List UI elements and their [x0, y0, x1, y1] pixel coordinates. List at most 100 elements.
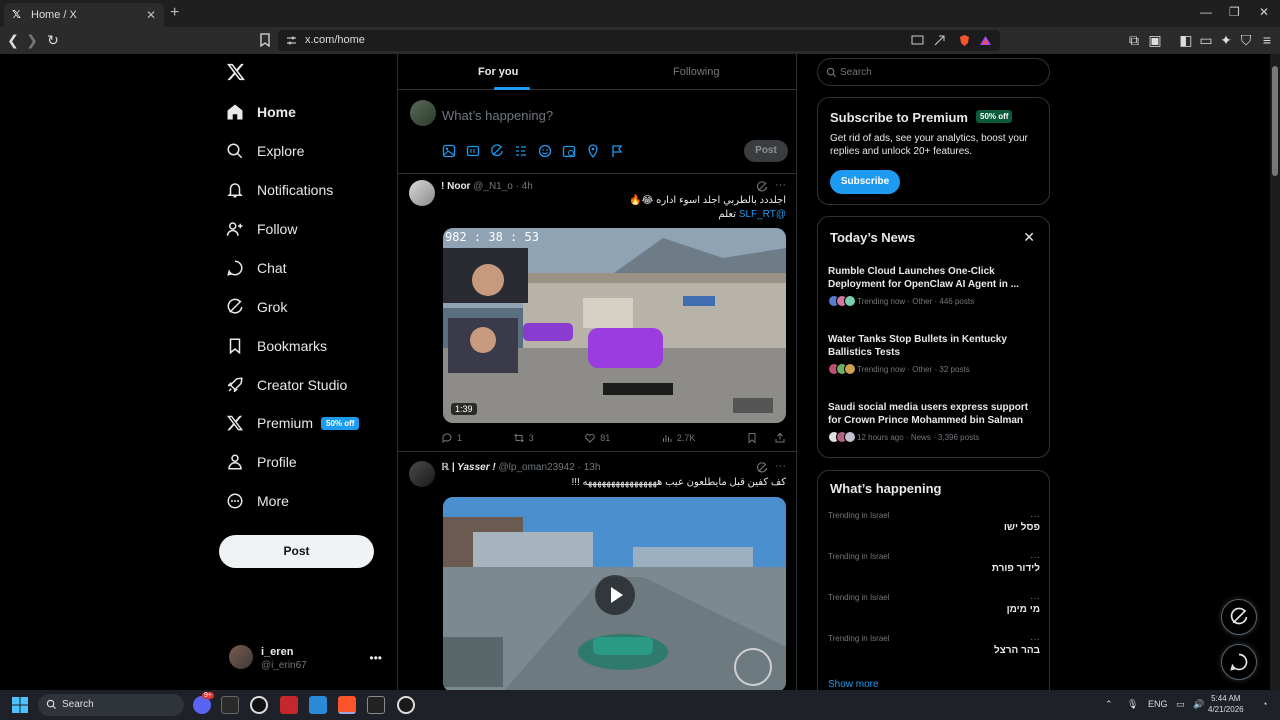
tweet-handle[interactable]: @_N1_o — [473, 181, 513, 192]
grok-fab-button[interactable] — [1221, 599, 1257, 635]
bookmark-page-icon[interactable] — [256, 31, 274, 49]
play-button[interactable] — [595, 575, 635, 615]
repost-button[interactable]: 3 — [513, 432, 534, 444]
avatar[interactable] — [409, 180, 435, 206]
tray-overflow-icon[interactable]: ⌃ — [1105, 699, 1113, 710]
tweet-video[interactable] — [443, 497, 786, 690]
nav-bookmarks[interactable]: Bookmarks — [226, 333, 327, 359]
avatar[interactable] — [409, 461, 435, 487]
poll-icon[interactable] — [514, 144, 528, 158]
more-icon[interactable]: ··· — [775, 460, 786, 472]
grok-icon[interactable] — [490, 144, 504, 158]
windows-start-icon[interactable] — [12, 697, 28, 713]
clock[interactable]: 5:44 AM 4/21/2026 — [1208, 693, 1244, 715]
news-item[interactable]: Rumble Cloud Launches One-Click Deployme… — [828, 265, 1043, 307]
taskbar-search[interactable]: Search — [38, 694, 184, 716]
nav-premium[interactable]: Premium 50% off — [226, 410, 360, 436]
schedule-icon[interactable] — [562, 144, 576, 158]
cast-icon[interactable] — [911, 34, 925, 48]
x-logo-icon[interactable] — [226, 62, 246, 82]
subscribe-button[interactable]: Subscribe — [830, 170, 900, 194]
reload-icon[interactable]: ↻ — [44, 31, 62, 49]
grok-icon[interactable] — [756, 462, 768, 474]
app-icon[interactable] — [397, 696, 415, 714]
like-button[interactable]: 81 — [584, 432, 610, 444]
nav-follow[interactable]: Follow — [226, 216, 297, 242]
news-item[interactable]: Water Tanks Stop Bullets in Kentucky Bal… — [828, 333, 1043, 375]
leo-ai-icon[interactable]: ✦ — [1217, 31, 1235, 49]
tab-groups-icon[interactable]: ▣ — [1146, 31, 1164, 49]
more-icon[interactable]: ··· — [1030, 552, 1040, 563]
address-bar[interactable]: x.com/home — [278, 30, 1000, 51]
news-item[interactable]: Saudi social media users express support… — [828, 401, 1043, 443]
new-tab-icon[interactable]: + — [170, 4, 179, 22]
nav-grok[interactable]: Grok — [226, 294, 287, 320]
wallet-icon[interactable]: ▭ — [1197, 31, 1215, 49]
obs-icon[interactable] — [250, 696, 268, 714]
brave-browser-icon[interactable] — [338, 696, 356, 714]
more-icon[interactable]: ··· — [775, 179, 786, 191]
mention-link[interactable]: @SLF_RT — [739, 209, 786, 220]
composer-input[interactable]: What’s happening? — [442, 108, 553, 123]
forward-icon[interactable]: ❯ — [23, 31, 41, 49]
tweet-time[interactable]: 4h — [522, 181, 533, 192]
more-icon[interactable]: ··· — [1030, 634, 1040, 645]
tweet[interactable]: ! Noor @_N1_o · 4h ··· اجلددد بالطربي اج… — [398, 175, 796, 452]
nav-explore[interactable]: Explore — [226, 138, 304, 164]
more-icon[interactable]: ••• — [369, 651, 382, 665]
menu-icon[interactable]: ≡ — [1258, 31, 1276, 49]
tweet-author-name[interactable]: ℝ | Yasser ! — [441, 462, 496, 473]
browser-tab[interactable]: 𝕏 Home / X ✕ — [4, 3, 164, 27]
microphone-icon[interactable]: 🎙 — [1127, 699, 1138, 710]
tweet-handle[interactable]: @lp_oman23942 — [499, 462, 575, 473]
share-icon[interactable] — [774, 432, 786, 444]
restore-icon[interactable]: ❐ — [1229, 5, 1240, 19]
search-input[interactable]: Search — [817, 58, 1050, 86]
language-indicator[interactable]: ENG — [1148, 699, 1168, 709]
tweet[interactable]: ℝ | Yasser ! @lp_oman23942 · 13h ··· كف … — [398, 453, 796, 690]
notifications-icon[interactable]: ◔ — [1262, 699, 1267, 709]
scrollbar-thumb[interactable] — [1272, 66, 1278, 176]
site-info-icon[interactable] — [286, 35, 300, 49]
composer-post-button[interactable]: Post — [744, 140, 788, 162]
tweet-author-name[interactable]: ! Noor — [441, 181, 470, 192]
grok-icon[interactable] — [756, 181, 768, 193]
trend-item[interactable]: Trending in Israel ··· בהר הרצל — [828, 634, 1040, 656]
image-icon[interactable] — [442, 144, 456, 158]
views-button[interactable]: 2.7K — [661, 432, 695, 444]
back-icon[interactable]: ❮ — [4, 31, 22, 49]
nav-notifications[interactable]: Notifications — [226, 177, 333, 203]
more-icon[interactable]: ··· — [1030, 593, 1040, 604]
flag-icon[interactable] — [610, 144, 624, 158]
reply-button[interactable]: 1 — [441, 432, 462, 444]
bookmark-icon[interactable] — [746, 432, 758, 444]
minimize-icon[interactable]: — — [1200, 5, 1212, 19]
close-icon[interactable]: ✕ — [1023, 229, 1035, 246]
brave-rewards-icon[interactable] — [979, 34, 993, 48]
tweet-time[interactable]: 13h — [584, 462, 601, 473]
account-switcher[interactable]: i_eren @i_erin67 ••• — [229, 645, 384, 675]
share-icon[interactable] — [933, 34, 947, 48]
trend-item[interactable]: Trending in Israel ··· פסל ישו — [828, 511, 1040, 533]
nav-creator-studio[interactable]: Creator Studio — [226, 372, 347, 398]
nav-chat[interactable]: Chat — [226, 255, 287, 281]
brave-shield-icon[interactable] — [958, 34, 972, 48]
page-scrollbar[interactable] — [1270, 54, 1280, 690]
app-window-icon[interactable] — [309, 696, 327, 714]
capcut-icon[interactable] — [367, 696, 385, 714]
chat-fab-button[interactable] — [1221, 644, 1257, 680]
more-icon[interactable]: ··· — [1030, 511, 1040, 522]
nav-more[interactable]: More — [226, 488, 289, 514]
epic-games-icon[interactable] — [221, 696, 239, 714]
nav-home[interactable]: Home — [226, 99, 296, 125]
tweet-video[interactable]: 982 : 38 : 53 1:39 — [443, 228, 786, 423]
tab-following[interactable]: Following — [673, 66, 719, 78]
trend-item[interactable]: Trending in Israel ··· מי מימן — [828, 593, 1040, 615]
nav-profile[interactable]: Profile — [226, 449, 297, 475]
extensions-icon[interactable]: ⧉ — [1125, 31, 1143, 49]
network-icon[interactable]: ▭ — [1176, 699, 1185, 710]
volume-icon[interactable]: 🔊 — [1193, 699, 1204, 710]
vpn-icon[interactable]: ⛉ — [1237, 31, 1255, 49]
gif-icon[interactable] — [466, 144, 480, 158]
show-more-link[interactable]: Show more — [828, 679, 879, 690]
